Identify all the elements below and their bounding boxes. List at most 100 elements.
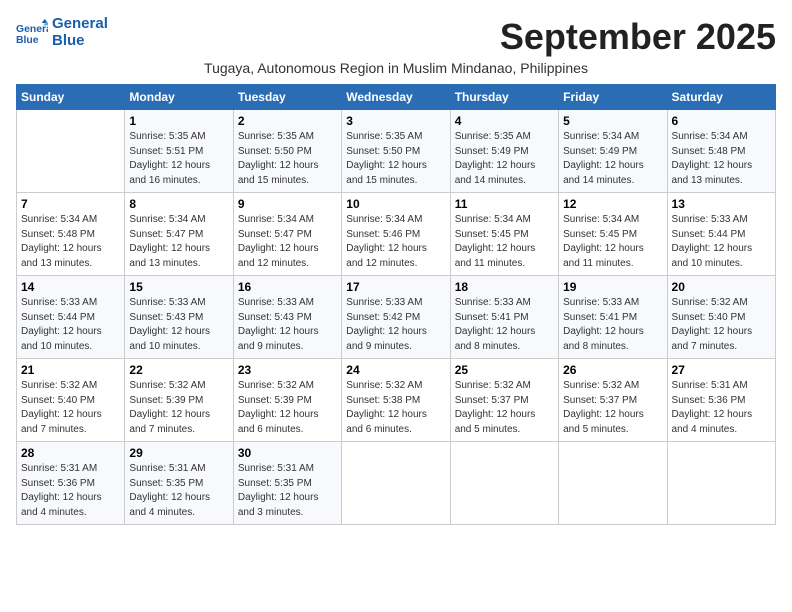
calendar-cell: 21Sunrise: 5:32 AMSunset: 5:40 PMDayligh… [17,359,125,442]
calendar-header-row: SundayMondayTuesdayWednesdayThursdayFrid… [17,85,776,110]
day-info: Sunrise: 5:32 AMSunset: 5:39 PMDaylight:… [129,379,228,437]
calendar-cell: 24 Sunrise: 5:32 AMSunset: 5:38 PMDayligh… [342,359,450,442]
calendar-cell: 29 Sunrise: 5:31 AMSunset: 5:35 PMDayligh… [125,442,233,525]
calendar-cell: 22 Sunrise: 5:32 AMSunset: 5:39 PMDayligh… [125,359,233,442]
day-number: 3 [346,114,445,128]
calendar-cell [342,442,450,525]
day-number: 15 [129,280,228,294]
day-info: Sunrise: 5:34 AMSunset: 5:45 PMDaylight:… [455,213,554,271]
day-number: 1 [129,114,228,128]
week-row-4: 28 Sunrise: 5:31 AMSunset: 5:36 PMDayligh… [17,442,776,525]
day-info: Sunrise: 5:34 AMSunset: 5:49 PMDaylight:… [563,130,662,188]
day-info: Sunrise: 5:34 AMSunset: 5:48 PMDaylight:… [672,130,771,188]
day-number: 7 [21,197,120,211]
day-info: Sunrise: 5:34 AMSunset: 5:48 PMDaylight:… [21,213,120,271]
day-number: 30 [238,446,337,460]
calendar-cell: 14Sunrise: 5:33 AMSunset: 5:44 PMDayligh… [17,276,125,359]
logo-text-line2: Blue [52,33,108,50]
week-row-0: 1Sunrise: 5:35 AMSunset: 5:51 PMDaylight… [17,110,776,193]
day-number: 17 [346,280,445,294]
header-saturday: Saturday [667,85,775,110]
calendar-cell: 1Sunrise: 5:35 AMSunset: 5:51 PMDaylight… [125,110,233,193]
calendar-cell: 12 Sunrise: 5:34 AMSunset: 5:45 PMDayligh… [559,193,667,276]
day-info: Sunrise: 5:31 AMSunset: 5:35 PMDaylight:… [129,462,228,520]
calendar-cell: 28 Sunrise: 5:31 AMSunset: 5:36 PMDayligh… [17,442,125,525]
calendar-cell: 26Sunrise: 5:32 AMSunset: 5:37 PMDayligh… [559,359,667,442]
day-info: Sunrise: 5:33 AMSunset: 5:41 PMDaylight:… [455,296,554,354]
calendar-cell [667,442,775,525]
week-row-1: 7 Sunrise: 5:34 AMSunset: 5:48 PMDaylight… [17,193,776,276]
calendar-cell: 23Sunrise: 5:32 AMSunset: 5:39 PMDayligh… [233,359,341,442]
day-info: Sunrise: 5:35 AMSunset: 5:50 PMDaylight:… [346,130,445,188]
day-number: 27 [672,363,771,377]
day-info: Sunrise: 5:32 AMSunset: 5:37 PMDaylight:… [455,379,554,437]
day-info: Sunrise: 5:31 AMSunset: 5:35 PMDaylight:… [238,462,337,520]
day-number: 29 [129,446,228,460]
calendar-cell: 25 Sunrise: 5:32 AMSunset: 5:37 PMDayligh… [450,359,558,442]
header-tuesday: Tuesday [233,85,341,110]
day-number: 25 [455,363,554,377]
calendar-cell: 3 Sunrise: 5:35 AMSunset: 5:50 PMDaylight… [342,110,450,193]
calendar-cell: 2 Sunrise: 5:35 AMSunset: 5:50 PMDaylight… [233,110,341,193]
day-info: Sunrise: 5:33 AMSunset: 5:43 PMDaylight:… [238,296,337,354]
day-info: Sunrise: 5:32 AMSunset: 5:40 PMDaylight:… [672,296,771,354]
day-number: 14 [21,280,120,294]
calendar-cell: 7 Sunrise: 5:34 AMSunset: 5:48 PMDaylight… [17,193,125,276]
calendar-cell: 20 Sunrise: 5:32 AMSunset: 5:40 PMDayligh… [667,276,775,359]
day-number: 22 [129,363,228,377]
calendar-cell: 8Sunrise: 5:34 AMSunset: 5:47 PMDaylight… [125,193,233,276]
day-info: Sunrise: 5:32 AMSunset: 5:37 PMDaylight:… [563,379,662,437]
svg-text:General: General [16,23,48,34]
calendar-cell: 10 Sunrise: 5:34 AMSunset: 5:46 PMDayligh… [342,193,450,276]
logo: General Blue General Blue [16,16,108,49]
day-number: 28 [21,446,120,460]
svg-text:Blue: Blue [16,35,39,46]
day-number: 10 [346,197,445,211]
calendar-cell: 30 Sunrise: 5:31 AMSunset: 5:35 PMDayligh… [233,442,341,525]
day-info: Sunrise: 5:33 AMSunset: 5:41 PMDaylight:… [563,296,662,354]
calendar-cell [559,442,667,525]
day-number: 19 [563,280,662,294]
header-friday: Friday [559,85,667,110]
week-row-2: 14Sunrise: 5:33 AMSunset: 5:44 PMDayligh… [17,276,776,359]
week-row-3: 21Sunrise: 5:32 AMSunset: 5:40 PMDayligh… [17,359,776,442]
day-info: Sunrise: 5:32 AMSunset: 5:38 PMDaylight:… [346,379,445,437]
day-number: 11 [455,197,554,211]
day-info: Sunrise: 5:34 AMSunset: 5:46 PMDaylight:… [346,213,445,271]
day-number: 23 [238,363,337,377]
calendar-cell: 13Sunrise: 5:33 AMSunset: 5:44 PMDayligh… [667,193,775,276]
calendar-cell [17,110,125,193]
day-number: 24 [346,363,445,377]
day-number: 21 [21,363,120,377]
day-info: Sunrise: 5:33 AMSunset: 5:42 PMDaylight:… [346,296,445,354]
day-number: 16 [238,280,337,294]
month-title: September 2025 [500,16,776,58]
calendar-cell: 4 Sunrise: 5:35 AMSunset: 5:49 PMDaylight… [450,110,558,193]
day-info: Sunrise: 5:35 AMSunset: 5:49 PMDaylight:… [455,130,554,188]
logo-icon: General Blue [16,19,48,47]
calendar-cell: 19 Sunrise: 5:33 AMSunset: 5:41 PMDayligh… [559,276,667,359]
logo-text-line1: General [52,16,108,33]
day-info: Sunrise: 5:33 AMSunset: 5:44 PMDaylight:… [672,213,771,271]
day-info: Sunrise: 5:34 AMSunset: 5:45 PMDaylight:… [563,213,662,271]
day-info: Sunrise: 5:31 AMSunset: 5:36 PMDaylight:… [21,462,120,520]
calendar-body: 1Sunrise: 5:35 AMSunset: 5:51 PMDaylight… [17,110,776,525]
calendar-table: SundayMondayTuesdayWednesdayThursdayFrid… [16,84,776,525]
calendar-cell: 17 Sunrise: 5:33 AMSunset: 5:42 PMDayligh… [342,276,450,359]
calendar-cell: 16 Sunrise: 5:33 AMSunset: 5:43 PMDayligh… [233,276,341,359]
day-number: 4 [455,114,554,128]
calendar-cell: 9Sunrise: 5:34 AMSunset: 5:47 PMDaylight… [233,193,341,276]
day-number: 20 [672,280,771,294]
day-info: Sunrise: 5:35 AMSunset: 5:50 PMDaylight:… [238,130,337,188]
subtitle: Tugaya, Autonomous Region in Muslim Mind… [16,60,776,76]
header-sunday: Sunday [17,85,125,110]
day-number: 2 [238,114,337,128]
day-info: Sunrise: 5:31 AMSunset: 5:36 PMDaylight:… [672,379,771,437]
day-number: 18 [455,280,554,294]
day-info: Sunrise: 5:33 AMSunset: 5:43 PMDaylight:… [129,296,228,354]
calendar-cell: 18 Sunrise: 5:33 AMSunset: 5:41 PMDayligh… [450,276,558,359]
day-number: 9 [238,197,337,211]
header-thursday: Thursday [450,85,558,110]
day-number: 12 [563,197,662,211]
header-monday: Monday [125,85,233,110]
